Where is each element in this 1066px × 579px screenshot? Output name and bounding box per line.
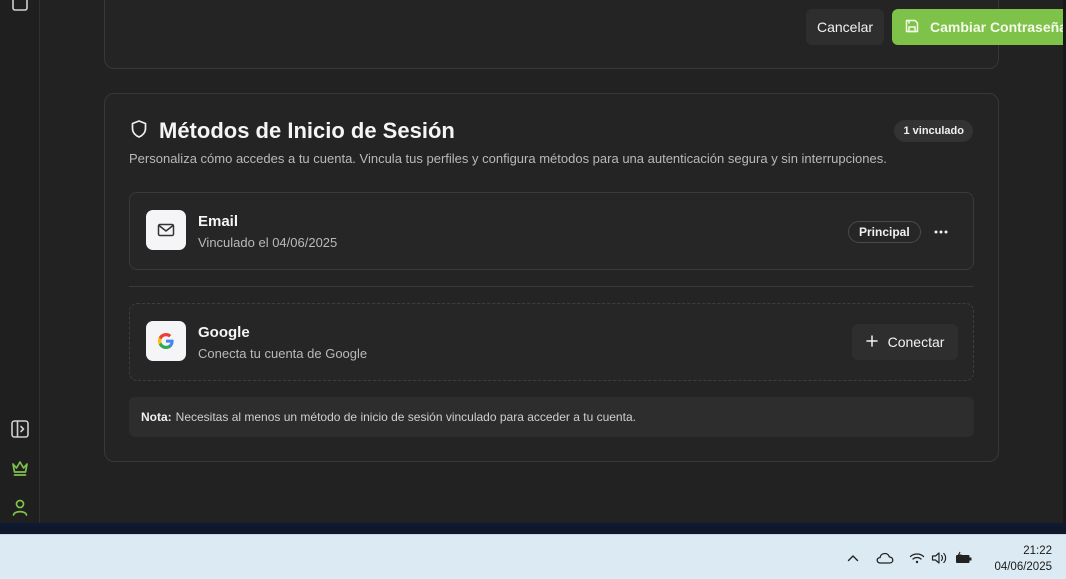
plus-icon bbox=[865, 334, 878, 350]
section-header: Métodos de Inicio de Sesión bbox=[129, 118, 455, 144]
divider bbox=[129, 286, 974, 287]
section-title: Métodos de Inicio de Sesión bbox=[159, 118, 455, 143]
clock-time: 21:22 bbox=[1023, 545, 1052, 557]
login-methods-card: Métodos de Inicio de Sesión 1 vinculado … bbox=[104, 93, 999, 462]
system-clock[interactable]: 21:22 04/06/2025 bbox=[994, 543, 1052, 575]
mail-icon bbox=[146, 210, 186, 250]
chevron-up-icon[interactable] bbox=[844, 549, 862, 567]
crown-icon[interactable] bbox=[9, 457, 31, 479]
linked-count-badge: 1 vinculado bbox=[894, 120, 973, 142]
section-description: Personaliza cómo accedes a tu cuenta. Vi… bbox=[129, 151, 887, 166]
login-method-email: Email Vinculado el 04/06/2025 Principal bbox=[129, 192, 974, 270]
info-note: Nota: Necesitas al menos un método de in… bbox=[129, 397, 974, 437]
panel-toggle-icon[interactable] bbox=[9, 418, 31, 440]
more-options-icon[interactable] bbox=[928, 221, 954, 243]
cancel-button[interactable]: Cancelar bbox=[806, 9, 884, 45]
volume-icon[interactable] bbox=[931, 549, 949, 567]
method-status: Conecta tu cuenta de Google bbox=[198, 346, 368, 361]
user-icon[interactable] bbox=[9, 496, 31, 518]
wifi-icon[interactable] bbox=[908, 549, 926, 567]
cloud-icon[interactable] bbox=[876, 549, 894, 567]
password-card: Cancelar Cambiar Contraseña bbox=[104, 0, 1066, 69]
clock-date: 04/06/2025 bbox=[994, 561, 1052, 573]
note-label: Nota: bbox=[141, 410, 172, 424]
connect-google-button[interactable]: Conectar bbox=[852, 324, 958, 360]
shield-icon bbox=[129, 119, 149, 144]
method-name: Email bbox=[198, 213, 239, 230]
battery-icon[interactable] bbox=[955, 549, 973, 567]
window-bottom-edge bbox=[0, 523, 1066, 526]
method-name: Google bbox=[198, 324, 250, 341]
google-icon bbox=[146, 321, 186, 361]
change-password-button[interactable]: Cambiar Contraseña bbox=[892, 9, 1066, 45]
login-method-google: Google Conecta tu cuenta de Google Conec… bbox=[129, 303, 974, 381]
taskbar: 21:22 04/06/2025 bbox=[0, 534, 1066, 579]
change-password-label: Cambiar Contraseña bbox=[930, 19, 1066, 35]
connect-label: Conectar bbox=[887, 334, 945, 350]
note-text: Necesitas al menos un método de inicio d… bbox=[175, 410, 636, 424]
save-icon bbox=[904, 18, 920, 37]
method-status: Vinculado el 04/06/2025 bbox=[198, 235, 338, 250]
sidebar bbox=[0, 0, 40, 526]
app-window: Cancelar Cambiar Contraseña Métodos de I… bbox=[0, 0, 1066, 526]
menu-icon[interactable] bbox=[9, 0, 31, 14]
primary-badge: Principal bbox=[848, 221, 921, 243]
